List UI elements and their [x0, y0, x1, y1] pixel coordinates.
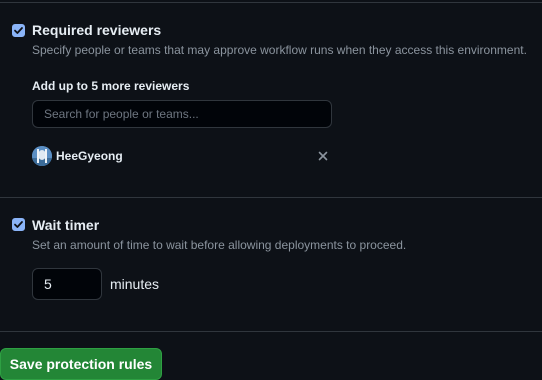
save-protection-rules-button[interactable]: Save protection rules: [0, 348, 162, 380]
required-reviewers-description: Specify people or teams that may approve…: [32, 43, 527, 57]
top-divider: [0, 2, 542, 3]
wait-timer-title: Wait timer: [32, 217, 100, 233]
remove-reviewer-close-icon[interactable]: [316, 149, 330, 163]
wait-timer-checkbox[interactable]: [12, 218, 25, 231]
reviewer-name: HeeGyeong: [56, 149, 123, 163]
reviewer-search-input[interactable]: [32, 100, 332, 128]
wait-timer-minutes-input[interactable]: [32, 268, 102, 300]
required-reviewers-title: Required reviewers: [32, 22, 162, 38]
required-reviewers-checkbox[interactable]: [12, 24, 25, 37]
section-divider: [0, 197, 542, 198]
bottom-divider: [0, 331, 542, 332]
wait-timer-description: Set an amount of time to wait before all…: [32, 238, 407, 252]
check-icon: [14, 27, 23, 34]
add-reviewers-label: Add up to 5 more reviewers: [32, 79, 190, 93]
wait-timer-unit-label: minutes: [110, 276, 160, 292]
user-avatar: [32, 146, 52, 166]
check-icon: [14, 221, 23, 228]
